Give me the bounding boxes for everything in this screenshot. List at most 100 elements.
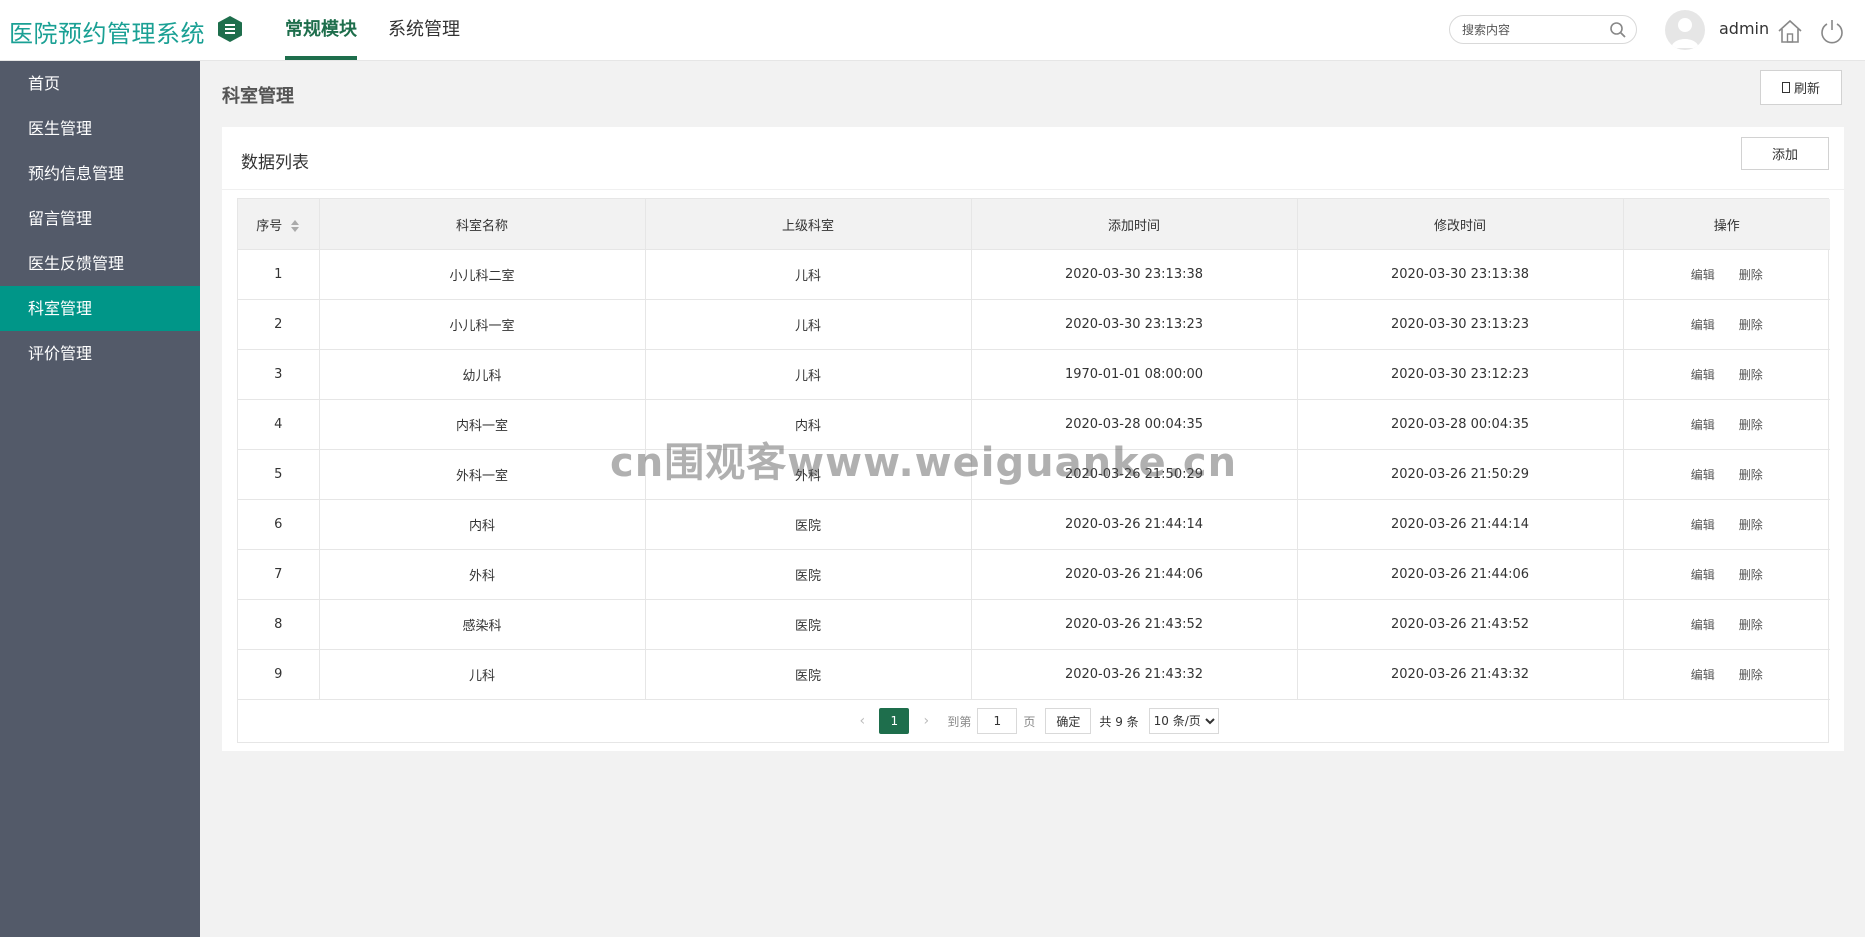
search-input[interactable] bbox=[1462, 21, 1602, 39]
menu-fold-icon[interactable] bbox=[217, 15, 243, 43]
cell-parent: 儿科 bbox=[645, 299, 972, 350]
cell-name: 小儿科一室 bbox=[319, 299, 646, 350]
add-button[interactable]: 添加 bbox=[1741, 137, 1829, 170]
avatar[interactable] bbox=[1665, 10, 1705, 50]
cell-name: 内科 bbox=[319, 499, 646, 550]
sidebar-item-messages[interactable]: 留言管理 bbox=[0, 196, 200, 241]
sidebar: 首页 医生管理 预约信息管理 留言管理 医生反馈管理 科室管理 评价管理 bbox=[0, 61, 200, 937]
goto-confirm-button[interactable]: 确定 bbox=[1045, 708, 1092, 734]
username[interactable]: admin bbox=[1719, 19, 1769, 38]
column-header-actions: 操作 bbox=[1623, 199, 1830, 250]
cell-name: 幼儿科 bbox=[319, 349, 646, 400]
prev-page-icon[interactable]: ‹ bbox=[847, 713, 877, 729]
cell-actions: 编辑 删除 bbox=[1623, 249, 1830, 300]
cell-actions: 编辑 删除 bbox=[1623, 499, 1830, 550]
cell-seq: 4 bbox=[238, 399, 320, 450]
sort-icon[interactable] bbox=[290, 219, 300, 233]
goto-page-input[interactable] bbox=[977, 708, 1018, 734]
edit-link[interactable]: 编辑 bbox=[1691, 368, 1715, 382]
cell-seq: 2 bbox=[238, 299, 320, 350]
delete-link[interactable]: 删除 bbox=[1739, 518, 1763, 532]
refresh-button[interactable]: 刷新 bbox=[1760, 70, 1842, 105]
page-size-select[interactable]: 10 条/页 bbox=[1148, 708, 1219, 734]
sidebar-item-doctors[interactable]: 医生管理 bbox=[0, 106, 200, 151]
table-row: 8 感染科 医院 2020-03-26 21:43:52 2020-03-26 21:4… bbox=[238, 599, 1830, 650]
cell-modified: 2020-03-26 21:50:29 bbox=[1297, 449, 1624, 500]
cell-seq: 8 bbox=[238, 599, 320, 650]
column-header-created: 添加时间 bbox=[971, 199, 1298, 250]
edit-link[interactable]: 编辑 bbox=[1691, 518, 1715, 532]
edit-link[interactable]: 编辑 bbox=[1691, 268, 1715, 282]
cell-modified: 2020-03-26 21:44:06 bbox=[1297, 549, 1624, 600]
page-title: 科室管理 bbox=[222, 86, 294, 107]
search-icon[interactable] bbox=[1609, 21, 1627, 39]
edit-link[interactable]: 编辑 bbox=[1691, 468, 1715, 482]
sidebar-item-departments[interactable]: 科室管理 bbox=[0, 286, 200, 331]
column-header-modified: 修改时间 bbox=[1297, 199, 1624, 250]
cell-name: 外科 bbox=[319, 549, 646, 600]
user-avatar-icon bbox=[1671, 18, 1699, 48]
cell-actions: 编辑 删除 bbox=[1623, 299, 1830, 350]
home-icon[interactable] bbox=[1776, 17, 1804, 45]
delete-link[interactable]: 删除 bbox=[1739, 368, 1763, 382]
page-unit-label: 页 bbox=[1023, 714, 1036, 729]
table-header-row: 序号 科室名称 上级科室 添加时间 修改时间 操作 bbox=[238, 199, 1830, 250]
delete-link[interactable]: 删除 bbox=[1739, 568, 1763, 582]
cell-seq: 7 bbox=[238, 549, 320, 600]
cell-modified: 2020-03-30 23:13:23 bbox=[1297, 299, 1624, 350]
app-logo: 医院预约管理系统 bbox=[9, 20, 205, 48]
cell-created: 2020-03-30 23:13:23 bbox=[971, 299, 1298, 350]
cell-parent: 医院 bbox=[645, 549, 972, 600]
delete-link[interactable]: 删除 bbox=[1739, 668, 1763, 682]
cell-modified: 2020-03-26 21:43:52 bbox=[1297, 599, 1624, 650]
sidebar-item-home[interactable]: 首页 bbox=[0, 61, 200, 106]
table-row: 6 内科 医院 2020-03-26 21:44:14 2020-03-26 21:44… bbox=[238, 499, 1830, 550]
cell-actions: 编辑 删除 bbox=[1623, 449, 1830, 500]
cell-parent: 内科 bbox=[645, 399, 972, 450]
delete-link[interactable]: 删除 bbox=[1739, 318, 1763, 332]
power-icon[interactable] bbox=[1818, 17, 1846, 45]
sidebar-item-doctor-feedback[interactable]: 医生反馈管理 bbox=[0, 241, 200, 286]
delete-link[interactable]: 删除 bbox=[1739, 618, 1763, 632]
edit-link[interactable]: 编辑 bbox=[1691, 668, 1715, 682]
search-box bbox=[1449, 15, 1637, 44]
cell-modified: 2020-03-28 00:04:35 bbox=[1297, 399, 1624, 450]
delete-link[interactable]: 删除 bbox=[1739, 418, 1763, 432]
cell-created: 2020-03-26 21:43:32 bbox=[971, 649, 1298, 700]
data-list-card: 数据列表 添加 序号 科室名称 上级科室 添加时间 修改时间 操作 1 小儿科二室… bbox=[222, 127, 1844, 751]
sidebar-item-appointments[interactable]: 预约信息管理 bbox=[0, 151, 200, 196]
cell-name: 外科一室 bbox=[319, 449, 646, 500]
table-row: 9 儿科 医院 2020-03-26 21:43:32 2020-03-26 21:43… bbox=[238, 649, 1830, 700]
delete-link[interactable]: 删除 bbox=[1739, 468, 1763, 482]
cell-created: 1970-01-01 08:00:00 bbox=[971, 349, 1298, 400]
edit-link[interactable]: 编辑 bbox=[1691, 618, 1715, 632]
cell-created: 2020-03-30 23:13:38 bbox=[971, 249, 1298, 300]
cell-parent: 儿科 bbox=[645, 249, 972, 300]
cell-created: 2020-03-28 00:04:35 bbox=[971, 399, 1298, 450]
next-page-icon[interactable]: › bbox=[911, 713, 941, 729]
delete-link[interactable]: 删除 bbox=[1739, 268, 1763, 282]
cell-actions: 编辑 删除 bbox=[1623, 349, 1830, 400]
edit-link[interactable]: 编辑 bbox=[1691, 418, 1715, 432]
cell-created: 2020-03-26 21:44:14 bbox=[971, 499, 1298, 550]
cell-seq: 9 bbox=[238, 649, 320, 700]
table-row: 3 幼儿科 儿科 1970-01-01 08:00:00 2020-03-30 23:1… bbox=[238, 349, 1830, 400]
cell-actions: 编辑 删除 bbox=[1623, 649, 1830, 700]
cell-modified: 2020-03-30 23:12:23 bbox=[1297, 349, 1624, 400]
column-header-seq[interactable]: 序号 bbox=[238, 199, 320, 250]
cell-seq: 3 bbox=[238, 349, 320, 400]
cell-actions: 编辑 删除 bbox=[1623, 549, 1830, 600]
sidebar-item-reviews[interactable]: 评价管理 bbox=[0, 331, 200, 376]
tab-system-management[interactable]: 系统管理 bbox=[388, 0, 460, 60]
edit-link[interactable]: 编辑 bbox=[1691, 568, 1715, 582]
cell-parent: 儿科 bbox=[645, 349, 972, 400]
table-row: 7 外科 医院 2020-03-26 21:44:06 2020-03-26 21:44… bbox=[238, 549, 1830, 600]
current-page[interactable]: 1 bbox=[879, 708, 910, 734]
cell-modified: 2020-03-26 21:44:14 bbox=[1297, 499, 1624, 550]
cell-modified: 2020-03-30 23:13:38 bbox=[1297, 249, 1624, 300]
cell-parent: 医院 bbox=[645, 499, 972, 550]
edit-link[interactable]: 编辑 bbox=[1691, 318, 1715, 332]
tab-regular-modules[interactable]: 常规模块 bbox=[285, 0, 357, 60]
pagination: ‹ 1 › 到第 页 确定 共 9 条 10 条/页 bbox=[238, 700, 1828, 742]
cell-seq: 6 bbox=[238, 499, 320, 550]
